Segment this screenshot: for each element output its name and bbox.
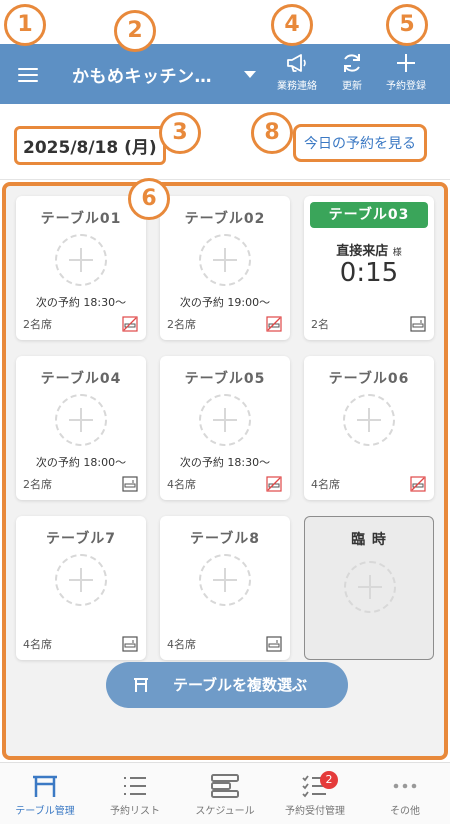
guest-name: 直接来店 様: [304, 240, 434, 259]
no-smoking-icon: [266, 316, 282, 332]
table-grid: テーブル01 次の予約 18:30～ 2名席 テーブル02 次の予約 19:00…: [2, 182, 448, 760]
nav-label: スケジュール: [195, 806, 255, 817]
table-card[interactable]: テーブル04 次の予約 18:00～ 2名席: [16, 356, 146, 500]
no-smoking-icon: [122, 316, 138, 332]
table-name: テーブル8: [190, 531, 260, 547]
table-name: テーブル02: [184, 211, 266, 227]
announcement-label: 業務連絡: [277, 81, 317, 92]
current-date[interactable]: 2025/8/18 (月): [14, 126, 166, 165]
temporary-table-card[interactable]: 臨 時: [304, 516, 434, 660]
notification-badge: 2: [320, 771, 338, 789]
table-name: 臨 時: [351, 532, 387, 548]
annotation-marker: 2: [114, 10, 156, 52]
today-reservations-link[interactable]: 今日の予約を見る: [293, 124, 427, 162]
seat-count: 2名席: [23, 478, 52, 491]
annotation-marker: 6: [128, 178, 170, 220]
refresh-button[interactable]: 更新: [340, 52, 364, 92]
next-reservation: 次の予約 18:00～: [35, 456, 127, 469]
add-reservation-icon[interactable]: [343, 394, 395, 446]
table-name: テーブル06: [328, 371, 410, 387]
plus-icon: [397, 54, 415, 72]
add-reservation-icon[interactable]: [55, 554, 107, 606]
guest-label: 直接来店: [336, 244, 389, 259]
annotation-marker: 4: [271, 4, 313, 46]
app-screen: かもめキッチン… 業務連絡 更新 予約登録 2025/8/18 (月) 今日の予…: [0, 0, 450, 824]
header-bar: かもめキッチン… 業務連絡 更新 予約登録: [0, 44, 450, 104]
nav-table-management[interactable]: テーブル管理: [0, 763, 90, 824]
date-row: 2025/8/18 (月) 今日の予約を見る: [0, 104, 450, 180]
table-card[interactable]: テーブル7 4名席: [16, 516, 146, 660]
nav-label: 予約受付管理: [285, 806, 345, 817]
seat-count: 2名席: [23, 318, 52, 331]
table-name: テーブル01: [40, 211, 122, 227]
smoking-icon: [410, 316, 426, 332]
annotation-marker: 8: [251, 112, 293, 154]
seat-count: 4名席: [23, 638, 52, 651]
seat-count: 4名席: [311, 478, 340, 491]
elapsed-time: 0:15: [339, 258, 399, 288]
seat-count: 2名席: [167, 318, 196, 331]
next-reservation: 次の予約 18:30～: [35, 296, 127, 309]
add-reservation-icon[interactable]: [199, 234, 251, 286]
seat-count: 2名: [311, 318, 329, 331]
refresh-label: 更新: [342, 81, 362, 92]
smoking-icon: [122, 636, 138, 652]
seat-count: 4名席: [167, 638, 196, 651]
seat-count: 4名席: [167, 478, 196, 491]
no-smoking-icon: [410, 476, 426, 492]
annotation-marker: 1: [4, 4, 46, 46]
announcement-button[interactable]: 業務連絡: [277, 52, 317, 92]
table-card[interactable]: テーブル05 次の予約 18:30～ 4名席: [160, 356, 290, 500]
smoking-icon: [266, 636, 282, 652]
table-icon: [134, 678, 148, 692]
table-name: テーブル04: [40, 371, 122, 387]
refresh-icon: [344, 54, 360, 72]
smoking-icon: [122, 476, 138, 492]
menu-icon[interactable]: [18, 68, 38, 82]
next-reservation: 次の予約 18:30～: [179, 456, 271, 469]
table-name-occupied: テーブル03: [310, 202, 428, 228]
nav-more[interactable]: その他: [360, 763, 450, 824]
nav-reservation-intake[interactable]: 2 予約受付管理: [270, 763, 360, 824]
guest-honorific: 様: [392, 248, 402, 258]
bottom-nav: テーブル管理 予約リスト スケジュール 2 予約受付管理 その他: [0, 762, 450, 824]
annotation-marker: 3: [159, 112, 201, 154]
table-card[interactable]: テーブル01 次の予約 18:30～ 2名席: [16, 196, 146, 340]
nav-schedule[interactable]: スケジュール: [180, 763, 270, 824]
add-reservation-icon[interactable]: [199, 554, 251, 606]
nav-reservation-list[interactable]: 予約リスト: [90, 763, 180, 824]
new-reservation-button[interactable]: 予約登録: [386, 52, 426, 92]
schedule-icon: [211, 774, 239, 798]
new-reservation-label: 予約登録: [386, 81, 426, 92]
nav-label: その他: [390, 806, 420, 817]
nav-label: テーブル管理: [15, 806, 75, 817]
table-card[interactable]: テーブル8 4名席: [160, 516, 290, 660]
chevron-down-icon[interactable]: [244, 71, 256, 78]
add-reservation-icon[interactable]: [55, 234, 107, 286]
nav-label: 予約リスト: [110, 806, 160, 817]
add-temporary-icon[interactable]: [344, 561, 396, 613]
table-card[interactable]: テーブル02 次の予約 19:00～ 2名席: [160, 196, 290, 340]
list-icon: [124, 777, 146, 795]
annotation-marker: 5: [386, 4, 428, 46]
add-reservation-icon[interactable]: [199, 394, 251, 446]
table-icon: [33, 775, 57, 797]
select-multiple-tables-button[interactable]: テーブルを複数選ぶ: [106, 662, 348, 708]
next-reservation: 次の予約 19:00～: [179, 296, 271, 309]
table-card[interactable]: テーブル03 直接来店 様 0:15 2名: [304, 196, 434, 340]
more-icon: [393, 783, 417, 789]
no-smoking-icon: [266, 476, 282, 492]
add-reservation-icon[interactable]: [55, 394, 107, 446]
megaphone-icon: [287, 54, 306, 72]
select-multiple-label: テーブルを複数選ぶ: [172, 676, 308, 694]
table-name: テーブル05: [184, 371, 266, 387]
store-selector[interactable]: かもめキッチン…: [72, 62, 212, 87]
table-name: テーブル7: [46, 531, 116, 547]
table-card[interactable]: テーブル06 4名席: [304, 356, 434, 500]
